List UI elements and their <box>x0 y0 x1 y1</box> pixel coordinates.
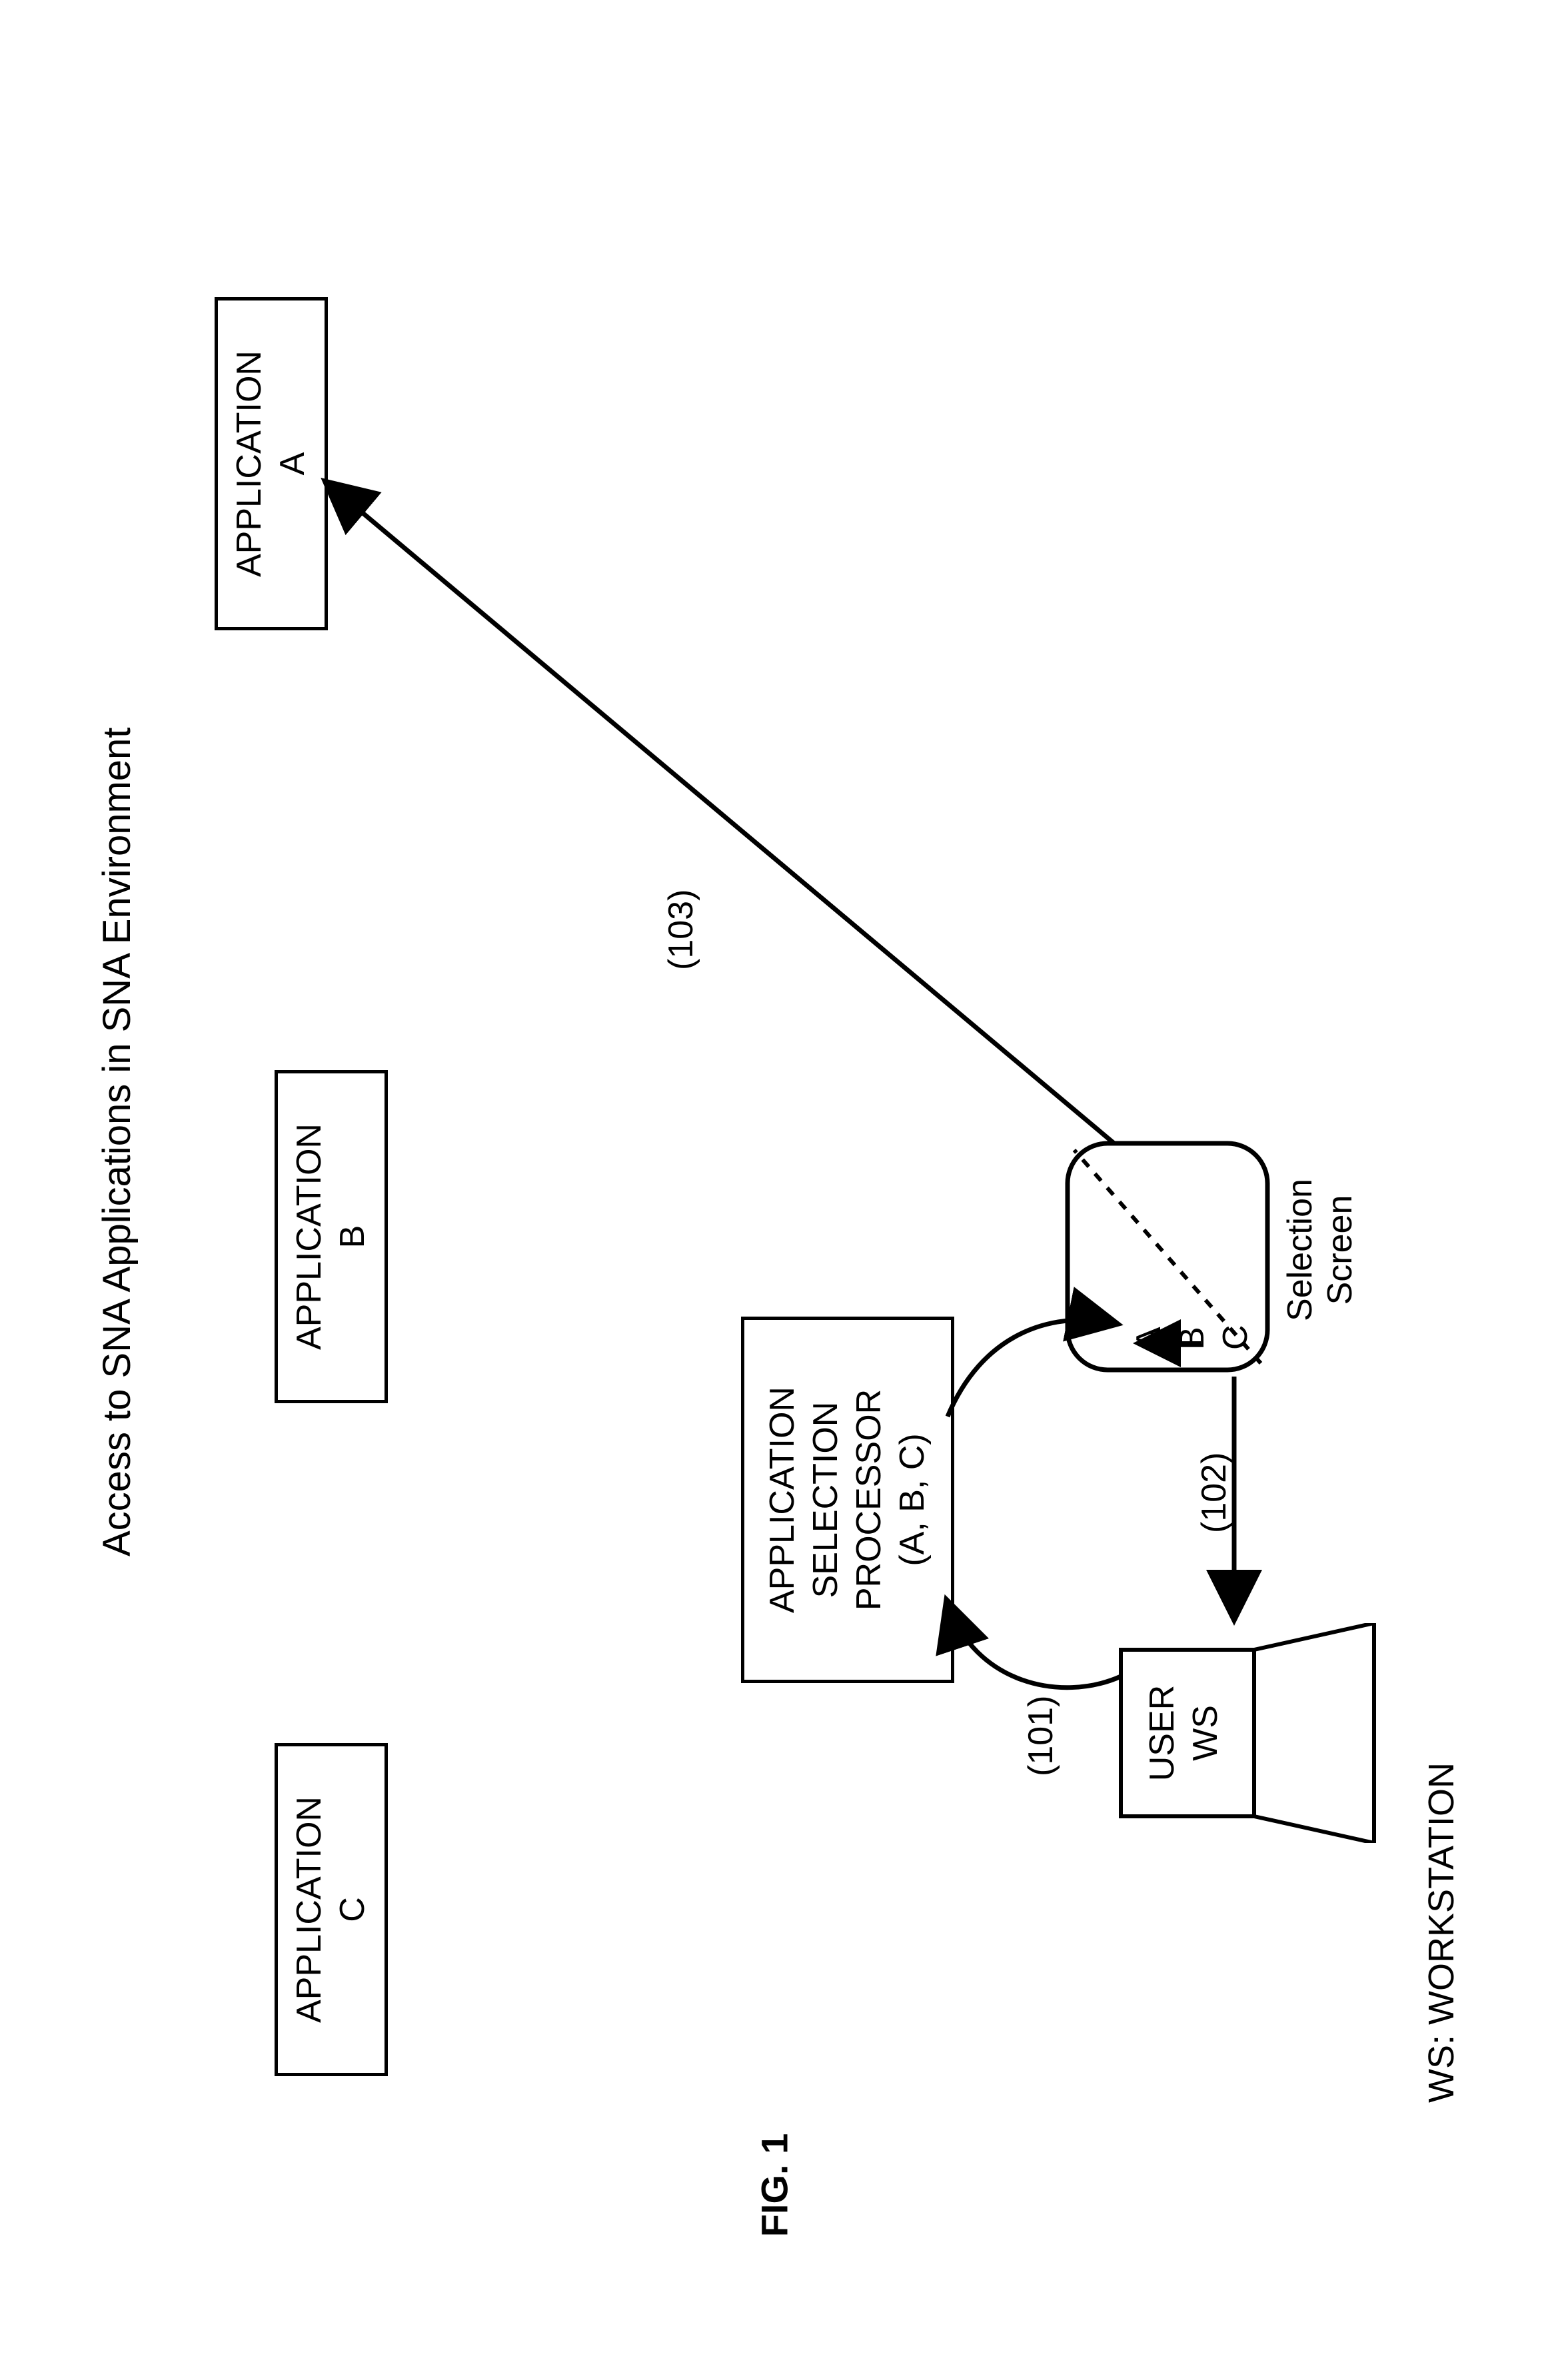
arrows-svg <box>75 124 1474 2256</box>
diagram-rotated-wrapper: Access to SNA Applications in SNA Enviro… <box>75 124 1474 2256</box>
